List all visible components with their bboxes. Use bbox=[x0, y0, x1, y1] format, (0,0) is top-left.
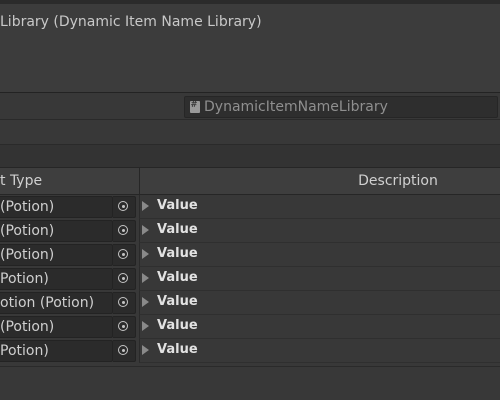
table-row: (Potion) Value bbox=[0, 243, 500, 267]
empty-row bbox=[0, 120, 500, 145]
description-label[interactable]: Value bbox=[157, 222, 198, 237]
object-field-value: Potion) bbox=[0, 343, 49, 359]
object-field-value: (Potion) bbox=[0, 199, 55, 215]
description-cell: Value bbox=[139, 219, 500, 243]
description-label[interactable]: Value bbox=[157, 270, 198, 285]
column-divider[interactable] bbox=[139, 168, 140, 194]
object-field[interactable]: Potion) bbox=[0, 340, 113, 362]
object-field-value: (Potion) bbox=[0, 223, 55, 239]
section-separator bbox=[0, 145, 500, 167]
description-cell: Value bbox=[139, 195, 500, 219]
table-row: otion (Potion) Value bbox=[0, 291, 500, 315]
description-cell: Value bbox=[139, 243, 500, 267]
script-field[interactable]: DynamicItemNameLibrary bbox=[184, 96, 498, 118]
object-picker-icon[interactable] bbox=[113, 196, 136, 218]
object-field[interactable]: Potion) bbox=[0, 268, 113, 290]
description-label[interactable]: Value bbox=[157, 246, 198, 261]
object-picker-icon[interactable] bbox=[113, 268, 136, 290]
object-field[interactable]: (Potion) bbox=[0, 316, 113, 338]
object-picker-icon[interactable] bbox=[113, 316, 136, 338]
expand-arrow-icon[interactable] bbox=[142, 225, 149, 235]
object-field-value: (Potion) bbox=[0, 247, 55, 263]
description-cell: Value bbox=[139, 291, 500, 315]
object-field[interactable]: (Potion) bbox=[0, 220, 113, 242]
table-body: (Potion) Value (Potion) Value (Potion) V… bbox=[0, 195, 500, 363]
footer-area bbox=[0, 367, 500, 400]
object-picker-icon[interactable] bbox=[113, 220, 136, 242]
table-row: Potion) Value bbox=[0, 339, 500, 363]
script-name: DynamicItemNameLibrary bbox=[204, 99, 388, 115]
expand-arrow-icon[interactable] bbox=[142, 249, 149, 259]
expand-arrow-icon[interactable] bbox=[142, 201, 149, 211]
description-cell: Value bbox=[139, 315, 500, 339]
description-label[interactable]: Value bbox=[157, 294, 198, 309]
object-field[interactable]: (Potion) bbox=[0, 244, 113, 266]
inspector-header: Library (Dynamic Item Name Library) bbox=[0, 4, 500, 93]
expand-arrow-icon[interactable] bbox=[142, 345, 149, 355]
inspector-title: Library (Dynamic Item Name Library) bbox=[0, 14, 262, 30]
expand-arrow-icon[interactable] bbox=[142, 273, 149, 283]
column-header-description[interactable]: Description bbox=[340, 173, 456, 189]
object-picker-icon[interactable] bbox=[113, 340, 136, 362]
table-row: (Potion) Value bbox=[0, 315, 500, 339]
column-header-object-type[interactable]: t Type bbox=[0, 173, 42, 189]
csharp-script-icon bbox=[190, 99, 200, 113]
table-row: (Potion) Value bbox=[0, 219, 500, 243]
description-cell: Value bbox=[139, 267, 500, 291]
object-field[interactable]: otion (Potion) bbox=[0, 292, 113, 314]
table-header: t Type Description bbox=[0, 167, 500, 195]
object-picker-icon[interactable] bbox=[113, 292, 136, 314]
description-label[interactable]: Value bbox=[157, 198, 198, 213]
description-label[interactable]: Value bbox=[157, 318, 198, 333]
description-label[interactable]: Value bbox=[157, 342, 198, 357]
description-cell: Value bbox=[139, 339, 500, 363]
object-field-value: otion (Potion) bbox=[0, 295, 95, 311]
script-row: DynamicItemNameLibrary bbox=[0, 93, 500, 120]
object-field-value: Potion) bbox=[0, 271, 49, 287]
expand-arrow-icon[interactable] bbox=[142, 321, 149, 331]
object-picker-icon[interactable] bbox=[113, 244, 136, 266]
object-field-value: (Potion) bbox=[0, 319, 55, 335]
table-row: (Potion) Value bbox=[0, 195, 500, 219]
expand-arrow-icon[interactable] bbox=[142, 297, 149, 307]
object-field[interactable]: (Potion) bbox=[0, 196, 113, 218]
table-row: Potion) Value bbox=[0, 267, 500, 291]
